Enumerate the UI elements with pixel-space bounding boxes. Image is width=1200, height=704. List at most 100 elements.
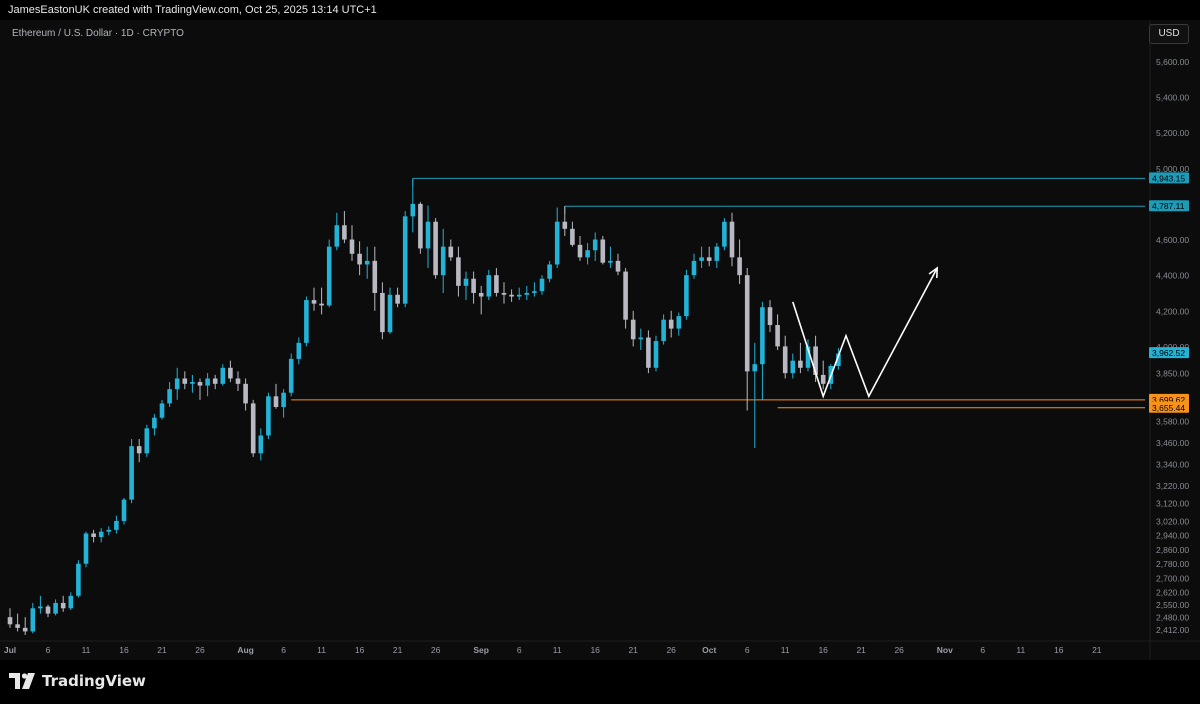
x-tick-label: Oct — [702, 645, 716, 655]
x-tick-label: 21 — [856, 645, 866, 655]
tradingview-logo[interactable]: TradingView — [9, 672, 146, 690]
candle-body — [114, 520, 119, 530]
candle-body — [425, 221, 431, 249]
candle-body — [456, 257, 461, 286]
candle-body — [68, 595, 74, 609]
y-tick-label: 3,220.00 — [1156, 481, 1189, 491]
y-tick-label: 2,620.00 — [1156, 588, 1189, 598]
candle-body — [448, 246, 454, 258]
candle-body — [342, 225, 347, 240]
candle-body — [228, 367, 233, 379]
candle-body — [395, 294, 400, 304]
candle-body — [653, 341, 659, 368]
candle-body — [326, 246, 332, 306]
x-tick-label: 16 — [119, 645, 129, 655]
candle-body — [205, 378, 210, 386]
candle-body — [152, 417, 157, 429]
candle-body — [418, 203, 423, 249]
candle-body — [60, 602, 66, 609]
candle-body — [7, 617, 13, 625]
candle-body — [722, 221, 727, 247]
candle-body — [676, 316, 682, 329]
y-tick-label: 3,460.00 — [1156, 438, 1189, 448]
chart-area[interactable]: 5,600.005,400.005,200.005,000.004,800.00… — [0, 20, 1200, 660]
candle-body — [486, 275, 492, 297]
candle-body — [585, 250, 590, 258]
candle-body — [767, 307, 773, 326]
candle-body — [182, 378, 188, 384]
y-tick-label: 2,412.00 — [1156, 625, 1189, 635]
candle-body — [478, 292, 484, 297]
resistance-1-label: 4,943.15 — [1152, 173, 1185, 183]
tradingview-logo-text: TradingView — [42, 672, 146, 690]
candle-body — [494, 275, 499, 293]
candle-body — [402, 216, 408, 304]
candle-body — [91, 533, 96, 538]
candle-body — [364, 260, 370, 265]
candle-body — [615, 260, 621, 272]
x-tick-label: 6 — [745, 645, 750, 655]
support-2-label: 3,655.44 — [1152, 403, 1185, 413]
y-tick-label: 2,700.00 — [1156, 573, 1189, 583]
y-tick-label: 3,850.00 — [1156, 369, 1189, 379]
candle-body — [737, 257, 742, 276]
x-tick-label: 21 — [628, 645, 638, 655]
x-tick-label: 16 — [355, 645, 365, 655]
y-tick-label: 4,400.00 — [1156, 271, 1189, 281]
projection-path — [792, 267, 938, 399]
y-tick-label: 3,120.00 — [1156, 499, 1189, 509]
candle-body — [684, 275, 689, 317]
x-tick-label: 26 — [666, 645, 676, 655]
x-tick-label: 6 — [517, 645, 522, 655]
candle-body — [372, 260, 378, 293]
candle-body — [212, 378, 218, 384]
candle-body — [820, 374, 826, 384]
candle-body — [334, 225, 340, 247]
candle-body — [121, 499, 127, 521]
candle-body — [380, 292, 385, 333]
candle-body — [532, 291, 537, 293]
x-tick-label: 6 — [281, 645, 286, 655]
candle-body — [190, 382, 195, 384]
candle-body — [144, 428, 150, 454]
candle-body — [98, 531, 104, 538]
candle-body — [250, 403, 256, 454]
x-tick-label: 11 — [1016, 645, 1025, 655]
candle-body — [266, 396, 271, 436]
candle-body — [600, 239, 606, 263]
candle-body — [729, 221, 735, 258]
candle-body — [387, 294, 393, 333]
resistance-2-label: 4,787.11 — [1152, 201, 1185, 211]
candle-body — [349, 239, 355, 254]
candle-body — [790, 360, 796, 374]
price-chart[interactable]: 5,600.005,400.005,200.005,000.004,800.00… — [0, 20, 1200, 660]
x-tick-label: 11 — [781, 645, 790, 655]
candle-body — [311, 300, 317, 304]
candle-body — [524, 292, 530, 295]
candle-body — [440, 246, 446, 276]
candle-body — [319, 303, 324, 306]
y-tick-label: 2,940.00 — [1156, 531, 1189, 541]
candle-body — [547, 264, 552, 279]
attribution-text: JamesEastonUK created with TradingView.c… — [8, 4, 377, 16]
y-tick-label: 2,550.00 — [1156, 600, 1189, 610]
y-tick-label: 2,480.00 — [1156, 613, 1189, 623]
y-tick-label: 4,600.00 — [1156, 235, 1189, 245]
x-tick-label: 16 — [1054, 645, 1064, 655]
candle-body — [798, 360, 803, 368]
candle-body — [281, 392, 286, 407]
candle-body — [304, 300, 309, 343]
footer-bar — [0, 660, 1200, 704]
y-tick-label: 5,200.00 — [1156, 128, 1189, 138]
candle-body — [197, 382, 203, 386]
x-tick-label: 21 — [393, 645, 403, 655]
x-tick-label: 26 — [195, 645, 205, 655]
y-tick-label: 5,400.00 — [1156, 93, 1189, 103]
y-tick-label: 3,580.00 — [1156, 417, 1189, 427]
currency-button[interactable]: USD — [1149, 24, 1189, 44]
candle-body — [129, 446, 134, 500]
candle-body — [668, 319, 674, 329]
x-tick-label: Sep — [473, 645, 489, 655]
x-tick-label: 21 — [1092, 645, 1102, 655]
candle-body — [744, 275, 750, 372]
